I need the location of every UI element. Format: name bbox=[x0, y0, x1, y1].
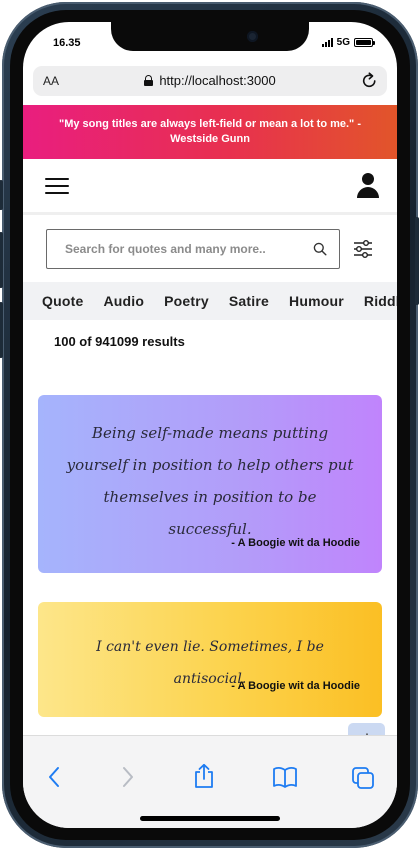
scroll-down-button[interactable] bbox=[348, 723, 385, 735]
battery-icon bbox=[354, 38, 375, 47]
category-satire[interactable]: Satire bbox=[219, 293, 279, 309]
user-icon[interactable] bbox=[357, 172, 379, 199]
notch bbox=[111, 22, 309, 51]
status-time: 16.35 bbox=[53, 37, 81, 49]
quote-author: - A Boogie wit da Hoodie bbox=[231, 537, 360, 549]
category-poetry[interactable]: Poetry bbox=[154, 293, 219, 309]
home-indicator[interactable] bbox=[140, 816, 280, 821]
quote-card[interactable]: Being self-made means putting yourself i… bbox=[38, 395, 382, 573]
reload-icon[interactable] bbox=[360, 71, 379, 90]
search-row bbox=[23, 215, 397, 282]
quote-author: - A Boogie wit da Hoodie bbox=[231, 680, 360, 692]
status-indicators: 5G bbox=[321, 37, 375, 48]
front-camera bbox=[247, 31, 258, 42]
banner-quote: "My song titles are always left-field or… bbox=[58, 118, 361, 145]
book-icon[interactable] bbox=[272, 766, 298, 788]
category-tabs: Quote Audio Poetry Satire Humour Riddle bbox=[23, 282, 397, 320]
phone-screen: 16.35 5G AA http://localhost:3000 "My so… bbox=[23, 22, 397, 828]
quote-card[interactable]: I can't even lie. Sometimes, I be antiso… bbox=[38, 602, 382, 717]
category-riddle[interactable]: Riddle bbox=[354, 293, 397, 309]
tabs-icon[interactable] bbox=[351, 766, 375, 790]
search-input[interactable] bbox=[47, 229, 297, 268]
power-button bbox=[415, 217, 419, 305]
volume-up-button bbox=[0, 232, 3, 288]
safari-toolbar bbox=[23, 735, 397, 828]
category-audio[interactable]: Audio bbox=[93, 293, 154, 309]
chevron-left-icon[interactable] bbox=[47, 766, 61, 788]
category-humour[interactable]: Humour bbox=[279, 293, 354, 309]
results-count: 100 of 941099 results bbox=[54, 334, 185, 349]
url-text: http://localhost:3000 bbox=[159, 73, 276, 88]
volume-down-button bbox=[0, 302, 3, 358]
signal-icon bbox=[321, 38, 333, 47]
quote-banner: "My song titles are always left-field or… bbox=[23, 105, 397, 159]
network-type: 5G bbox=[336, 37, 350, 48]
quote-text: Being self-made means putting yourself i… bbox=[66, 424, 354, 538]
category-quote[interactable]: Quote bbox=[32, 293, 93, 309]
lock-icon bbox=[144, 75, 154, 86]
hamburger-icon[interactable] bbox=[45, 177, 69, 194]
share-icon[interactable] bbox=[193, 763, 215, 789]
mute-switch bbox=[0, 180, 3, 210]
search-icon[interactable] bbox=[313, 242, 327, 256]
sliders-icon[interactable] bbox=[352, 238, 374, 260]
url-display[interactable]: http://localhost:3000 bbox=[33, 73, 387, 88]
web-page: "My song titles are always left-field or… bbox=[23, 105, 397, 735]
nav-bar bbox=[23, 159, 397, 215]
chevron-right-icon[interactable] bbox=[121, 766, 135, 788]
search-box[interactable] bbox=[46, 228, 340, 269]
address-bar[interactable]: AA http://localhost:3000 bbox=[33, 66, 387, 96]
